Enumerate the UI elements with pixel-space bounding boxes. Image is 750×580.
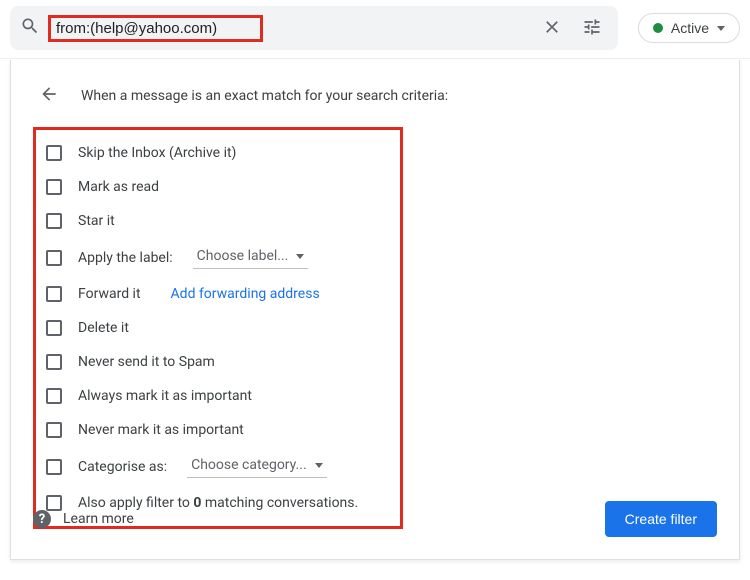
annotation-highlight-search	[48, 15, 263, 42]
dropdown-value: Choose category...	[191, 457, 307, 473]
action-label: Always mark it as important	[78, 388, 252, 404]
action-mark-important: Always mark it as important	[42, 379, 390, 413]
search-icon[interactable]	[20, 16, 40, 40]
checkbox-mark-read[interactable]	[46, 179, 62, 195]
checkbox-forward[interactable]	[46, 286, 62, 302]
checkbox-delete[interactable]	[46, 320, 62, 336]
checkbox-never-important[interactable]	[46, 422, 62, 438]
panel-header-text: When a message is an exact match for you…	[81, 88, 448, 104]
checkbox-skip-inbox[interactable]	[46, 145, 62, 161]
search-options-button[interactable]	[576, 11, 608, 46]
learn-more-link[interactable]: ? Learn more	[33, 510, 134, 528]
action-delete: Delete it	[42, 311, 390, 345]
action-label: Skip the Inbox (Archive it)	[78, 145, 236, 161]
checkbox-mark-important[interactable]	[46, 388, 62, 404]
search-input-wrapper	[48, 15, 528, 42]
learn-more-label: Learn more	[63, 511, 134, 527]
action-label: Apply the label:	[78, 250, 173, 266]
action-star: Star it	[42, 204, 390, 238]
arrow-back-icon	[39, 84, 59, 107]
tune-icon	[582, 17, 602, 40]
chevron-down-icon	[315, 463, 323, 468]
action-apply-label: Apply the label: Choose label...	[42, 238, 390, 277]
close-icon	[542, 17, 562, 40]
clear-search-button[interactable]	[536, 11, 568, 46]
action-forward: Forward it Add forwarding address	[42, 277, 390, 311]
category-dropdown[interactable]: Choose category...	[187, 455, 327, 478]
action-categorise: Categorise as: Choose category...	[42, 447, 390, 486]
divider	[0, 58, 750, 59]
chevron-down-icon	[296, 254, 304, 259]
action-never-important: Never mark it as important	[42, 413, 390, 447]
add-forwarding-link[interactable]: Add forwarding address	[171, 286, 320, 302]
checkbox-categorise[interactable]	[46, 459, 62, 475]
action-mark-read: Mark as read	[42, 170, 390, 204]
chevron-down-icon	[717, 26, 725, 31]
search-input[interactable]	[56, 20, 255, 37]
top-bar: Active	[0, 0, 750, 50]
action-label: Mark as read	[78, 179, 159, 195]
panel-header: When a message is an exact match for you…	[33, 78, 717, 113]
action-label: Never mark it as important	[78, 422, 244, 438]
checkbox-never-spam[interactable]	[46, 354, 62, 370]
status-filter-pill[interactable]: Active	[638, 13, 740, 43]
annotation-highlight-actions: Skip the Inbox (Archive it) Mark as read…	[33, 127, 403, 529]
search-bar	[10, 6, 618, 50]
action-label: Star it	[78, 213, 115, 229]
status-dot-icon	[653, 23, 663, 33]
status-label: Active	[671, 20, 709, 36]
create-filter-button[interactable]: Create filter	[605, 501, 717, 537]
filter-actions-panel: When a message is an exact match for you…	[10, 60, 740, 560]
back-button[interactable]	[33, 78, 65, 113]
action-skip-inbox: Skip the Inbox (Archive it)	[42, 136, 390, 170]
action-never-spam: Never send it to Spam	[42, 345, 390, 379]
dropdown-value: Choose label...	[197, 248, 289, 264]
label-dropdown[interactable]: Choose label...	[193, 246, 309, 269]
checkbox-star[interactable]	[46, 213, 62, 229]
checkbox-apply-label[interactable]	[46, 250, 62, 266]
action-label: Forward it	[78, 286, 141, 302]
action-label: Never send it to Spam	[78, 354, 215, 370]
help-icon: ?	[33, 510, 51, 528]
action-label: Categorise as:	[78, 459, 167, 475]
panel-footer: ? Learn more Create filter	[33, 501, 717, 537]
action-label: Delete it	[78, 320, 129, 336]
